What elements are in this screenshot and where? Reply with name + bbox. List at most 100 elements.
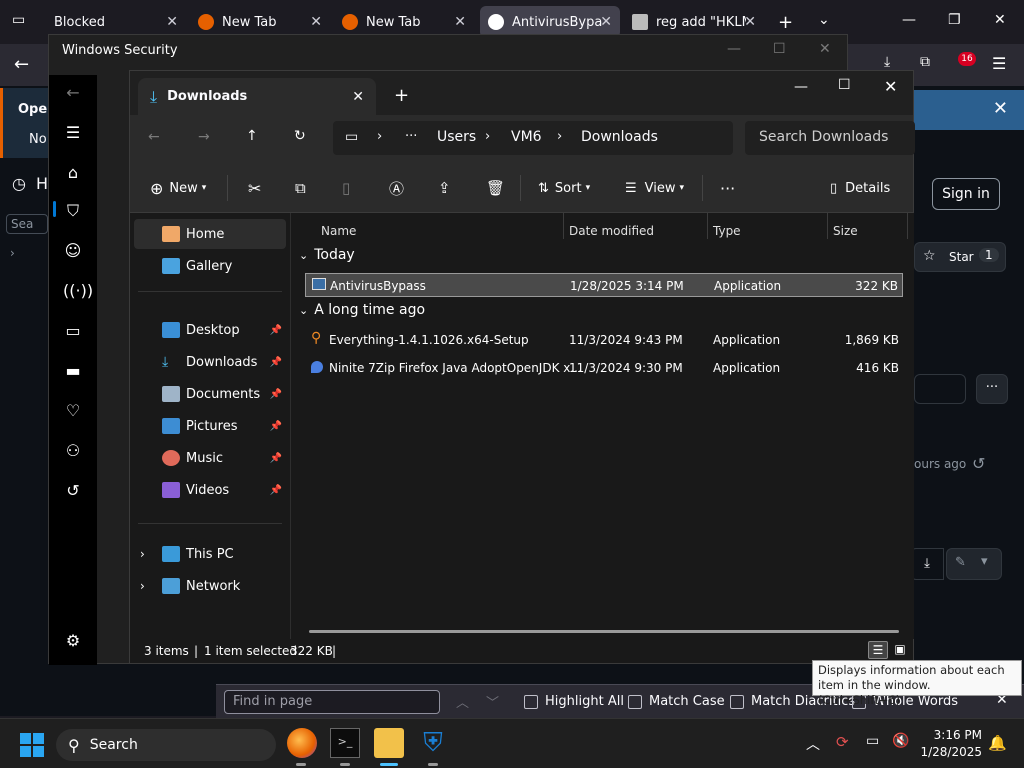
details-button[interactable]: ▯ Details — [830, 176, 890, 200]
breadcrumb-downloads[interactable]: Downloads — [581, 129, 658, 145]
pin-icon[interactable]: 📌 — [270, 389, 282, 400]
history-icon[interactable]: ↺ — [972, 454, 985, 473]
nav-home[interactable]: Home — [134, 219, 286, 249]
horizontal-scrollbar[interactable] — [309, 630, 899, 633]
person-icon[interactable]: ☺ — [63, 241, 83, 261]
find-in-page-input[interactable]: Find in page — [224, 690, 440, 714]
find-next-icon[interactable]: ﹀ — [486, 692, 499, 711]
windows-security-shield-icon[interactable]: ⛨ — [418, 728, 448, 758]
sync-alert-icon[interactable]: ⟳ — [836, 733, 849, 751]
breadcrumb-vm6[interactable]: VM6 — [511, 129, 542, 145]
address-bar[interactable]: ▭ › ··· Users › VM6 › Downloads — [333, 121, 733, 155]
chevron-right-icon[interactable]: › — [140, 547, 145, 561]
device-security-icon[interactable]: ▬ — [63, 361, 83, 381]
download-icon[interactable]: ⤓ — [884, 54, 890, 70]
details-view-icon[interactable]: ☰ — [868, 641, 888, 659]
download-icon[interactable]: ⤓ — [910, 548, 944, 580]
minimize-icon[interactable]: — — [794, 79, 808, 95]
tab-list-icon[interactable]: ▭ — [12, 12, 25, 28]
repo-input[interactable] — [914, 374, 966, 404]
close-icon[interactable]: ✕ — [310, 14, 322, 30]
chevron-down-icon[interactable]: ⌄ — [818, 12, 830, 28]
minimize-icon[interactable]: — — [727, 41, 741, 57]
nav-gallery[interactable]: Gallery — [134, 251, 286, 281]
nav-this-pc[interactable]: › This PC — [134, 539, 286, 569]
group-long-time-ago[interactable]: ⌄ A long time ago — [299, 302, 425, 318]
maximize-icon[interactable]: ☐ — [838, 77, 851, 93]
menu-icon[interactable]: ☰ — [992, 54, 1006, 73]
nav-music[interactable]: Music 📌 — [134, 443, 286, 473]
nav-videos[interactable]: Videos 📌 — [134, 475, 286, 505]
new-tab-plus-icon[interactable]: + — [778, 12, 793, 33]
cut-icon[interactable]: ✂ — [248, 176, 261, 200]
sort-button[interactable]: ⇅ Sort ▾ — [538, 176, 590, 200]
notification-bell-icon[interactable]: 🔔 — [988, 734, 1007, 752]
column-size[interactable]: Size — [833, 219, 858, 243]
copy-icon[interactable]: ⧉ — [295, 176, 306, 200]
column-type[interactable]: Type — [713, 219, 741, 243]
close-icon[interactable]: ✕ — [993, 98, 1008, 119]
close-icon[interactable]: ✕ — [454, 14, 466, 30]
new-tab-plus-icon[interactable]: + — [394, 85, 409, 106]
more-options-button[interactable]: ··· — [976, 374, 1008, 404]
breadcrumb-users[interactable]: Users — [437, 129, 476, 145]
network-status-icon[interactable]: ▭ — [866, 733, 879, 749]
chevron-right-icon[interactable]: › — [10, 246, 15, 260]
home-icon[interactable]: ⌂ — [63, 163, 83, 183]
column-date-modified[interactable]: Date modified — [569, 219, 654, 243]
extensions-icon[interactable]: ⧉ — [920, 54, 930, 70]
maximize-icon[interactable]: ☐ — [773, 41, 786, 57]
file-row-ninite[interactable]: Ninite 7Zip Firefox Java AdoptOpenJDK x.… — [305, 356, 903, 380]
firefox-icon[interactable] — [287, 728, 317, 758]
maximize-icon[interactable]: ❐ — [948, 12, 961, 28]
pin-icon[interactable]: 📌 — [270, 421, 282, 432]
nav-desktop[interactable]: Desktop 📌 — [134, 315, 286, 345]
tab-downloads[interactable]: ⤓ Downloads ✕ — [138, 78, 376, 115]
history-icon[interactable]: ↺ — [63, 481, 83, 501]
close-icon[interactable]: ✕ — [352, 89, 364, 105]
volume-muted-icon[interactable]: 🔇 — [892, 733, 909, 749]
pin-icon[interactable]: 📌 — [270, 357, 282, 368]
view-button[interactable]: ☰ View ▾ — [625, 176, 684, 200]
sign-in-button[interactable]: Sign in — [932, 178, 1000, 210]
taskbar-search[interactable]: ⚲ Search — [56, 729, 276, 761]
highlight-all-checkbox[interactable]: Highlight All — [524, 694, 624, 709]
match-case-checkbox[interactable]: Match Case — [628, 694, 725, 709]
up-arrow-icon[interactable]: ↑ — [246, 128, 258, 144]
column-name[interactable]: Name — [321, 219, 356, 243]
repo-search-input[interactable]: Sea — [6, 214, 48, 234]
system-clock[interactable]: 3:16 PM 1/28/2025 — [920, 727, 982, 761]
edit-button[interactable]: ✎ ▾ — [946, 548, 1002, 580]
app-browser-icon[interactable]: ▭ — [63, 321, 83, 341]
shield-icon[interactable]: ⛉ — [63, 201, 83, 221]
group-today[interactable]: ⌄ Today — [299, 247, 355, 263]
health-icon[interactable]: ♡ — [63, 401, 83, 421]
delete-icon[interactable]: 🗑 — [486, 176, 505, 200]
close-icon[interactable]: ✕ — [600, 14, 612, 30]
nav-documents[interactable]: Documents 📌 — [134, 379, 286, 409]
share-icon[interactable]: ⇪ — [438, 176, 451, 200]
tray-chevron-up-icon[interactable]: ︿ — [806, 734, 820, 754]
find-previous-icon[interactable]: ︿ — [456, 692, 469, 711]
close-window-icon[interactable]: ✕ — [994, 12, 1006, 28]
pin-icon[interactable]: 📌 — [270, 453, 282, 464]
settings-gear-icon[interactable]: ⚙ — [63, 631, 83, 651]
close-icon[interactable]: ✕ — [744, 14, 756, 30]
close-icon[interactable]: ✕ — [166, 14, 178, 30]
new-button[interactable]: ⊕ New ▾ — [150, 176, 206, 200]
tiles-view-icon[interactable]: ▣ — [890, 641, 910, 659]
forward-arrow-icon[interactable]: → — [198, 129, 210, 145]
file-explorer-icon[interactable] — [374, 728, 404, 758]
paste-icon[interactable]: ▯ — [342, 176, 350, 200]
close-window-icon[interactable]: ✕ — [819, 41, 831, 57]
back-arrow-icon[interactable]: ← — [148, 129, 160, 145]
back-arrow-icon[interactable]: ← — [63, 83, 83, 103]
more-options-icon[interactable]: ··· — [720, 176, 735, 200]
search-downloads-input[interactable]: Search Downloads — [745, 121, 915, 155]
star-button[interactable]: ☆ Star 1 — [914, 242, 1006, 272]
start-windows-icon[interactable] — [20, 733, 44, 757]
file-row-everything[interactable]: ⚲ Everything-1.4.1.1026.x64-Setup 11/3/2… — [305, 328, 903, 352]
back-arrow-icon[interactable]: ← — [14, 54, 29, 75]
rename-icon[interactable]: Ⓐ — [389, 176, 404, 200]
ellipsis-icon[interactable]: ··· — [405, 129, 417, 144]
